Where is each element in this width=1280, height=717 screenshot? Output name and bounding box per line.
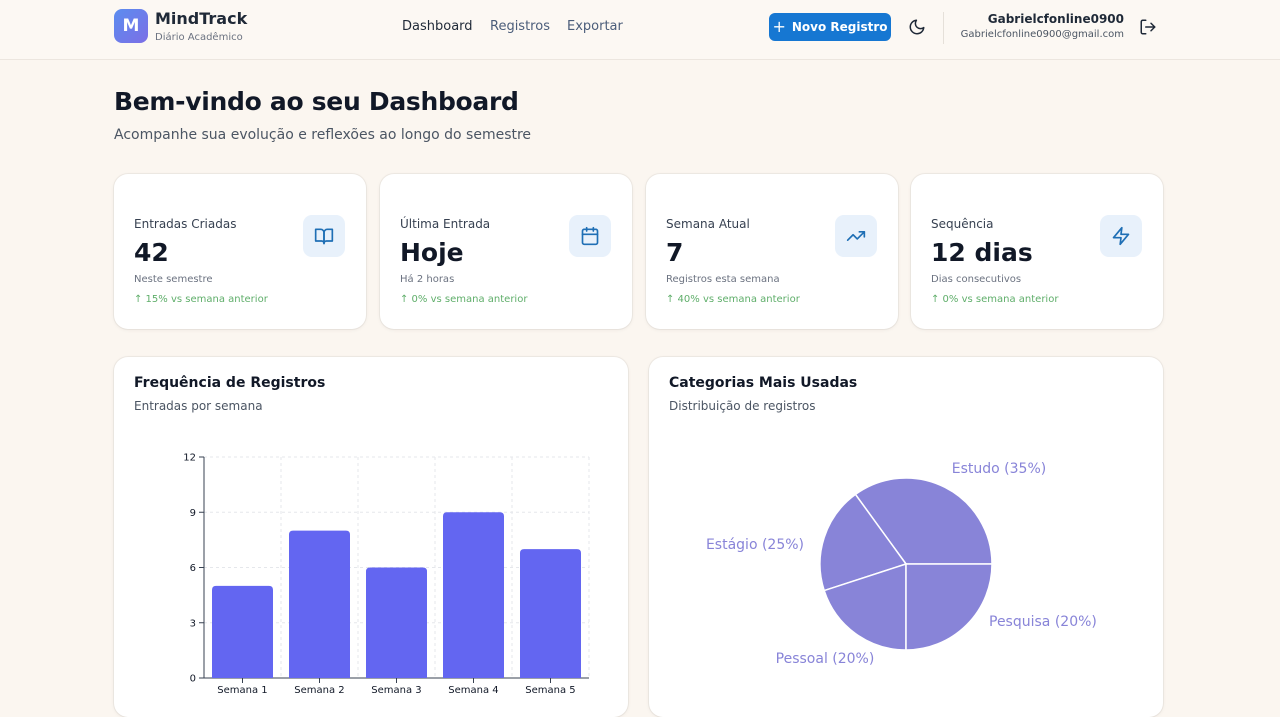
lightning-icon: [1100, 215, 1142, 257]
stat-card-current-week: Semana Atual 7 Registros esta semana ↑ 4…: [646, 174, 898, 329]
calendar-icon: [569, 215, 611, 257]
app-logo[interactable]: M: [114, 9, 148, 43]
bar-5: [520, 549, 581, 678]
x-tick-label: Semana 2: [294, 685, 344, 696]
bar-2: [289, 530, 350, 678]
stat-value: 12 dias: [931, 238, 1033, 267]
stat-label: Entradas Criadas: [134, 217, 237, 231]
book-icon: [303, 215, 345, 257]
pie-slice-4: [905, 563, 993, 651]
new-entry-button[interactable]: + Novo Registro: [769, 13, 891, 41]
stat-value: 42: [134, 238, 169, 267]
pie-label: Pessoal (20%): [776, 651, 875, 667]
page-subtitle: Acompanhe sua evolução e reflexões ao lo…: [114, 127, 532, 143]
bar-3: [366, 567, 427, 678]
stat-desc: Registros esta semana: [666, 274, 780, 285]
frequency-panel: Frequência de Registros Entradas por sem…: [114, 357, 628, 717]
stat-card-streak: Sequência 12 dias Dias consecutivos ↑ 0%…: [911, 174, 1163, 329]
nav-registros[interactable]: Registros: [490, 19, 550, 34]
app-name: MindTrack: [155, 9, 248, 28]
x-tick-label: Semana 1: [217, 685, 267, 696]
app-subtitle: Diário Acadêmico: [155, 32, 243, 43]
user-name: Gabrielcfonline0900: [987, 12, 1124, 26]
pie-label: Pesquisa (20%): [989, 614, 1097, 630]
plus-icon: +: [772, 17, 786, 36]
bar-4: [443, 512, 504, 678]
trending-up-icon: [835, 215, 877, 257]
user-email: Gabrielcfonline0900@gmail.com: [960, 29, 1124, 40]
stat-card-last-entry: Última Entrada Hoje Há 2 horas ↑ 0% vs s…: [380, 174, 632, 329]
bar-1: [212, 585, 273, 678]
stat-trend: ↑ 0% vs semana anterior: [931, 294, 1059, 305]
stat-card-entries: Entradas Criadas 42 Neste semestre ↑ 15%…: [114, 174, 366, 329]
categories-panel: Categorias Mais Usadas Distribuição de r…: [649, 357, 1163, 717]
stat-label: Semana Atual: [666, 217, 750, 231]
new-entry-label: Novo Registro: [791, 20, 888, 34]
pie-label: Estágio (25%): [706, 537, 804, 553]
top-header: M MindTrack Diário Acadêmico Dashboard R…: [0, 0, 1280, 60]
y-tick-label: 0: [190, 674, 196, 685]
stat-desc: Há 2 horas: [400, 274, 455, 285]
stat-label: Última Entrada: [400, 217, 491, 231]
y-tick-label: 12: [183, 453, 196, 464]
pie-chart: Estudo (35%) Pesquisa (20%) Pessoal (20%) E…: [706, 461, 1097, 667]
nav-exportar[interactable]: Exportar: [567, 19, 623, 34]
stat-trend: ↑ 40% vs semana anterior: [666, 294, 800, 305]
stat-trend: ↑ 15% vs semana anterior: [134, 294, 268, 305]
stat-label: Sequência: [931, 217, 994, 231]
x-tick-label: Semana 4: [448, 685, 498, 696]
stat-trend: ↑ 0% vs semana anterior: [400, 294, 528, 305]
stat-value: 7: [666, 238, 684, 267]
x-tick-label: Semana 3: [371, 685, 421, 696]
y-tick-label: 3: [190, 618, 196, 629]
moon-icon[interactable]: [908, 18, 926, 36]
logout-icon[interactable]: [1139, 18, 1157, 36]
stat-desc: Neste semestre: [134, 274, 213, 285]
bar-chart: 0 3 6 9 12 Semana 1 Semana 2 Semana 3 Semana 4 Se…: [183, 453, 590, 696]
nav-dashboard[interactable]: Dashboard: [402, 19, 473, 34]
stat-desc: Dias consecutivos: [931, 274, 1022, 285]
y-tick-label: 6: [190, 563, 196, 574]
page-title: Bem-vindo ao seu Dashboard: [114, 87, 519, 116]
stat-value: Hoje: [400, 238, 464, 267]
header-divider: [943, 12, 944, 44]
y-tick-label: 9: [190, 508, 196, 519]
pie-label: Estudo (35%): [952, 461, 1046, 477]
x-tick-label: Semana 5: [525, 685, 575, 696]
